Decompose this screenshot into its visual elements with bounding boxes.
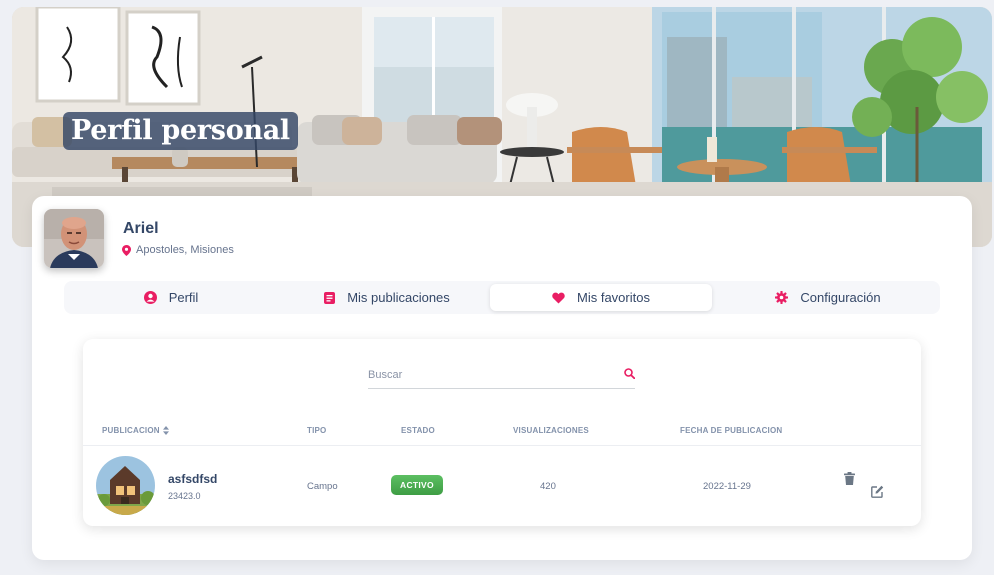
tab-label: Mis publicaciones	[347, 290, 450, 305]
map-pin-icon	[122, 244, 131, 256]
profile-tabs: Perfil Mis publicaciones Mis favoritos C…	[64, 281, 940, 314]
publication-thumbnail[interactable]	[96, 456, 155, 515]
column-header-visualizaciones: VISUALIZACIONES	[513, 426, 589, 435]
trash-icon[interactable]	[844, 472, 855, 485]
profile-card: Ariel Apostoles, Misiones Perfil Mis pub…	[32, 196, 972, 560]
sort-icon[interactable]	[162, 426, 169, 435]
avatar[interactable]	[44, 209, 104, 268]
tab-perfil[interactable]: Perfil	[67, 284, 275, 311]
tab-label: Configuración	[800, 290, 881, 305]
profile-location-text: Apostoles, Misiones	[136, 244, 234, 256]
tab-mis-publicaciones[interactable]: Mis publicaciones	[277, 284, 497, 311]
column-header-estado: ESTADO	[401, 426, 435, 435]
tab-mis-favoritos[interactable]: Mis favoritos	[490, 284, 712, 311]
avatar-photo	[44, 209, 104, 268]
column-header-publicacion[interactable]: PUBLICACION	[102, 426, 169, 435]
tab-label: Perfil	[168, 290, 199, 305]
favorites-table-card: PUBLICACION TIPO ESTADO VISUALIZACIONES …	[83, 339, 921, 526]
house-photo	[96, 456, 155, 515]
tab-configuracion[interactable]: Configuración	[719, 284, 937, 311]
publication-title[interactable]: asfsdfsd	[168, 472, 217, 486]
profile-location: Apostoles, Misiones	[122, 244, 234, 256]
document-list-icon	[324, 291, 336, 304]
heart-icon	[552, 292, 565, 303]
column-header-tipo: TIPO	[307, 426, 327, 435]
edit-icon[interactable]	[871, 485, 884, 498]
column-header-fecha: FECHA DE PUBLICACION	[680, 426, 783, 435]
status-badge: ACTIVO	[391, 475, 443, 495]
cell-fecha: 2022-11-29	[703, 481, 751, 492]
profile-name: Ariel	[123, 220, 159, 237]
page-title: Perfil personal	[63, 112, 298, 150]
cell-tipo: Campo	[307, 481, 338, 492]
search-input[interactable]	[368, 364, 608, 386]
cell-visualizaciones: 420	[540, 481, 556, 492]
publication-subtitle: 23423.0	[168, 491, 201, 501]
gear-icon	[775, 291, 789, 304]
column-header-label: PUBLICACION	[102, 426, 160, 435]
tab-label: Mis favoritos	[577, 290, 650, 305]
header-divider	[83, 445, 921, 446]
user-circle-icon	[143, 291, 157, 304]
search-field	[368, 364, 635, 389]
search-icon[interactable]	[624, 368, 635, 379]
